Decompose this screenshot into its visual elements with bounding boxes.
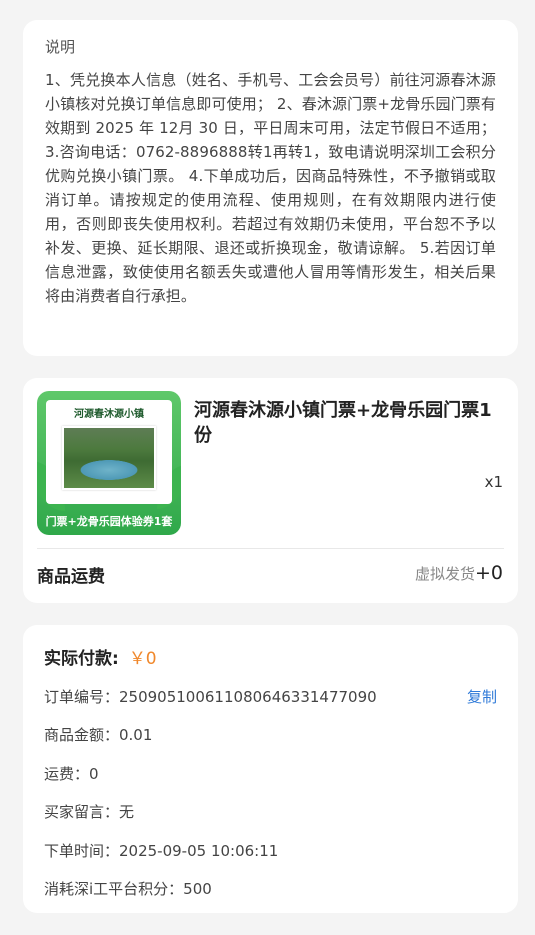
product-card: 河源春沐源小镇 门票+龙骨乐园体验券1套 河源春沐源小镇门票+龙骨乐园门票1份 … xyxy=(23,378,518,603)
shipping-method: 虚拟发货 xyxy=(414,565,475,583)
freight: 运费：0 xyxy=(44,764,99,783)
copy-button[interactable]: 复制 xyxy=(467,686,497,707)
shipping-label: 商品运费 xyxy=(37,567,105,587)
product-name[interactable]: 河源春沐源小镇门票+龙骨乐园门票1份 xyxy=(194,398,504,448)
thumbnail-frame: 河源春沐源小镇 xyxy=(46,400,172,504)
product-quantity: x1 xyxy=(484,473,503,491)
actual-payment-label: 实际付款: xyxy=(44,648,119,669)
product-thumbnail[interactable]: 河源春沐源小镇 门票+龙骨乐园体验券1套 xyxy=(37,391,181,535)
divider xyxy=(37,548,504,549)
notes-body: 1、凭兑换本人信息（姓名、手机号、工会会员号）前往河源春沐源小镇核对兑换订单信息… xyxy=(45,71,496,305)
order-time: 下单时间：2025-09-05 10:06:11 xyxy=(44,841,279,860)
thumbnail-caption: 门票+龙骨乐园体验券1套 xyxy=(45,515,173,528)
notes-card: 说明 1、凭兑换本人信息（姓名、手机号、工会会员号）前往河源春沐源小镇核对兑换订… xyxy=(23,20,518,356)
shipping-info: 虚拟发货+0 xyxy=(415,562,503,584)
actual-payment-row: 实际付款: ￥0 xyxy=(44,641,497,671)
order-number: 订单编号：250905100611080646331477090 xyxy=(44,687,377,706)
points-consumed: 消耗深i工平台积分：500 xyxy=(44,880,212,899)
notes-title: 说明 xyxy=(45,38,76,56)
thumbnail-title: 河源春沐源小镇 xyxy=(74,409,144,420)
order-number-row: 订单编号：250905100611080646331477090 复制 xyxy=(44,677,497,716)
actual-payment-amount: ￥0 xyxy=(128,648,157,669)
buyer-note: 买家留言：无 xyxy=(44,803,135,822)
shipping-value: +0 xyxy=(474,562,503,584)
scenery-photo xyxy=(62,426,156,490)
payment-card: 实际付款: ￥0 订单编号：25090510061108064633147709… xyxy=(23,625,518,913)
goods-amount: 商品金额：0.01 xyxy=(44,726,153,745)
